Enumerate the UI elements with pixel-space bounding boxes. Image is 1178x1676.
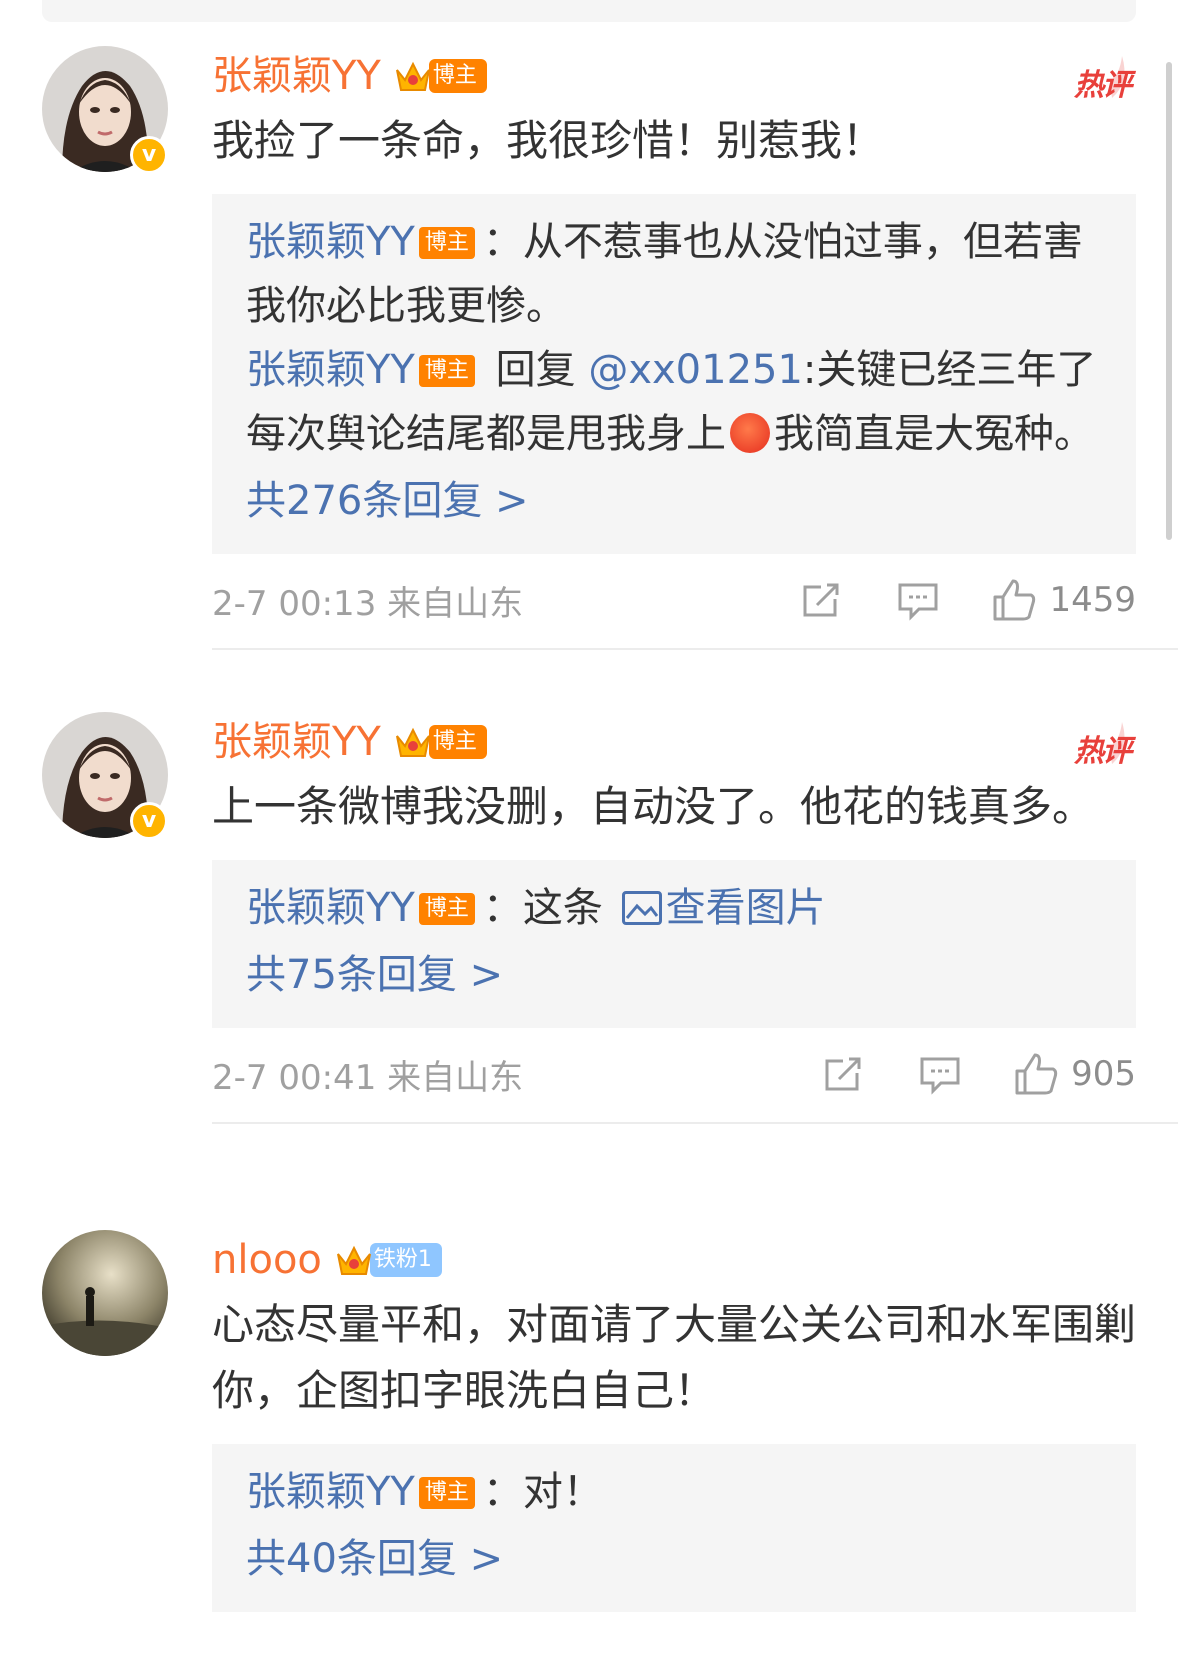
crown-icon — [395, 61, 430, 91]
avatar[interactable]: v — [42, 46, 168, 174]
more-replies-link[interactable]: 共276条回复 > — [246, 466, 1102, 536]
comment-text: 我捡了一条命，我很珍惜！别惹我！ — [212, 116, 885, 165]
hot-comment-label: 热评 — [1074, 68, 1132, 103]
comment-icon[interactable] — [895, 577, 941, 623]
reply-box[interactable]: 张颖颖YY 博主 ：从不惹事也从没怕过事，但若害我你必比我更惨。 张颖颖YY 博主 回… — [212, 194, 1136, 554]
more-replies-link[interactable]: 共40条回复 > — [246, 1524, 1102, 1594]
avatar[interactable] — [42, 1230, 168, 1356]
reply-item[interactable]: 张颖颖YY 博主 ：从不惹事也从没怕过事，但若害我你必比我更惨。 — [246, 210, 1102, 338]
scrollbar[interactable] — [1166, 62, 1172, 540]
username[interactable]: 张颖颖YY — [212, 717, 381, 767]
blogger-badge: 博主 — [428, 59, 487, 93]
verified-badge: v — [130, 136, 168, 174]
crown-icon — [336, 1245, 371, 1275]
blogger-badge: 博主 — [428, 725, 487, 759]
reply-text: ：这条 — [482, 885, 603, 931]
username[interactable]: 张颖颖YY — [212, 51, 381, 101]
share-icon[interactable] — [821, 1051, 867, 1097]
blogger-badge: 博主 — [418, 227, 475, 259]
blogger-badge: 博主 — [418, 355, 475, 387]
reply-item[interactable]: 张颖颖YY 博主 ：对！ — [246, 1460, 1102, 1524]
divider — [212, 1122, 1178, 1124]
reply-box[interactable]: 张颖颖YY 博主 ：对！ 共40条回复 > — [212, 1444, 1136, 1612]
avatar[interactable]: v — [42, 712, 168, 840]
share-icon[interactable] — [799, 577, 845, 623]
reply-text: ：对！ — [482, 1469, 603, 1515]
reply-item[interactable]: 张颖颖YY 博主 回复 @xx01251:关键已经三年了每次舆论结尾都是甩我身上我… — [246, 338, 1102, 466]
reply-item[interactable]: 张颖颖YY 博主 ：这条 查看图片 — [246, 876, 1102, 940]
more-replies-link[interactable]: 共75条回复 > — [246, 940, 1102, 1010]
hot-comment-label: 热评 — [1074, 734, 1132, 769]
blogger-badge: 博主 — [418, 893, 475, 925]
reply-username[interactable]: 张颖颖YY — [246, 219, 415, 265]
like-count: 905 — [1071, 1054, 1136, 1094]
hot-comment-icon: 热评 — [1060, 52, 1136, 103]
mention-link[interactable]: @xx01251 — [588, 347, 803, 393]
username[interactable]: nlooo — [212, 1235, 322, 1285]
image-icon — [621, 891, 662, 925]
angry-emoji-icon — [730, 413, 770, 453]
reply-username[interactable]: 张颖颖YY — [246, 347, 415, 393]
reply-username[interactable]: 张颖颖YY — [246, 1469, 415, 1515]
comment-text: 心态尽量平和，对面请了大量公关公司和水军围剿你，企图扣字眼洗白自己！ — [212, 1300, 1137, 1415]
like-icon[interactable] — [991, 577, 1037, 623]
comment-text: 上一条微博我没删，自动没了。他花的钱真多。 — [212, 782, 1095, 831]
reply-box[interactable]: 张颖颖YY 博主 ：这条 查看图片 共75条回复 > — [212, 860, 1136, 1028]
view-image-link[interactable]: 查看图片 — [666, 885, 826, 931]
comment-time: 2-7 00:41 来自山东 — [212, 1057, 524, 1098]
fan-badge: 铁粉1 — [369, 1243, 442, 1277]
previous-item-edge — [42, 0, 1136, 22]
avatar-image — [42, 1230, 168, 1356]
blogger-badge: 博主 — [418, 1477, 475, 1509]
divider — [212, 648, 1178, 650]
comment-icon[interactable] — [917, 1051, 963, 1097]
verified-badge: v — [130, 802, 168, 840]
reply-prefix: 回复 — [495, 347, 576, 393]
comment-time: 2-7 00:13 来自山东 — [212, 583, 524, 624]
like-count: 1459 — [1049, 580, 1136, 620]
like-icon[interactable] — [1013, 1051, 1059, 1097]
hot-comment-icon: 热评 — [1060, 718, 1136, 769]
reply-username[interactable]: 张颖颖YY — [246, 885, 415, 931]
crown-icon — [395, 727, 430, 757]
reply-text-end: 我简直是大冤种。 — [774, 411, 1094, 457]
